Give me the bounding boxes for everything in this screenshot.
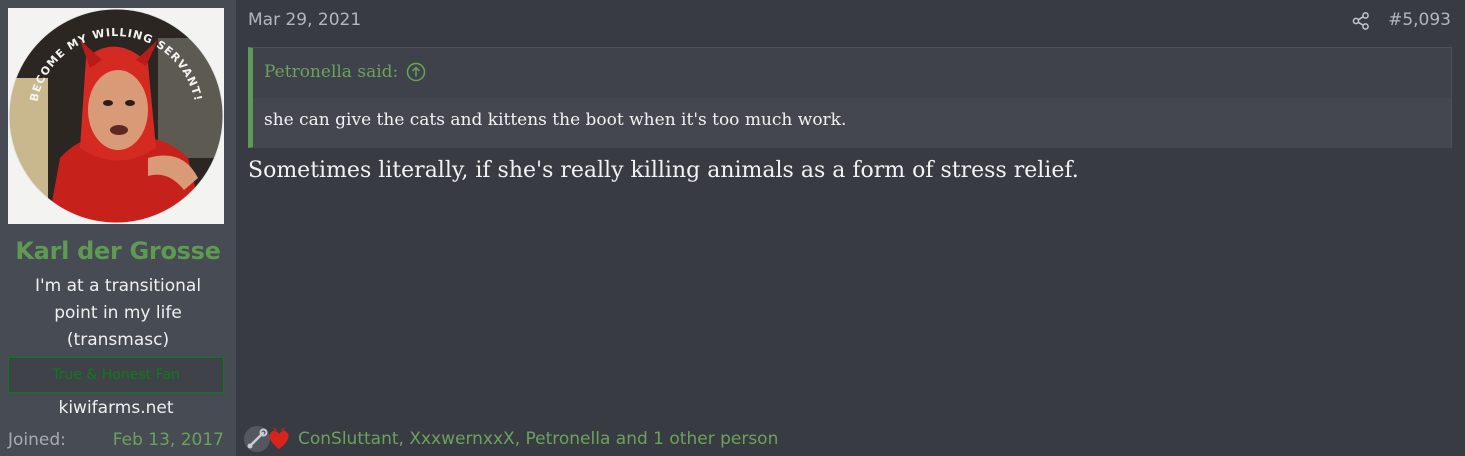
arrow-up-circle-icon: [406, 62, 426, 82]
user-title: I'm at a transitional point in my life (…: [34, 276, 202, 350]
reactions-text[interactable]: ConSluttant, XxxwernxxX, Petronella and …: [298, 429, 778, 449]
quote-author: Petronella said:: [264, 62, 399, 82]
share-icon[interactable]: [1351, 11, 1371, 31]
quote-block: Petronella said: she can give the cats a…: [248, 47, 1452, 148]
forum-post: BECOME MY WILLING SERVANT! Karl der Gros…: [0, 0, 1465, 456]
joined-label: Joined:: [8, 430, 66, 450]
post-message: Sometimes literally, if she's really kil…: [248, 158, 1079, 183]
user-banner: True & Honest Fan: [8, 357, 224, 393]
reaction-icons: [244, 424, 296, 454]
post-date[interactable]: Mar 29, 2021: [248, 10, 361, 30]
joined-date: Feb 13, 2017: [112, 430, 224, 450]
quote-text: she can give the cats and kittens the bo…: [264, 110, 847, 130]
avatar[interactable]: BECOME MY WILLING SERVANT!: [8, 8, 224, 224]
quote-author-link[interactable]: Petronella said:: [264, 62, 426, 82]
post-main: Mar 29, 2021 #5,093 Petronella said: she…: [236, 0, 1465, 456]
user-site: kiwifarms.net: [58, 398, 174, 418]
quote-body: she can give the cats and kittens the bo…: [253, 98, 1451, 148]
post-number[interactable]: #5,093: [1388, 10, 1451, 30]
username[interactable]: Karl der Grosse: [0, 237, 236, 265]
reactions-bar[interactable]: ConSluttant, XxxwernxxX, Petronella and …: [244, 424, 778, 454]
user-cell: BECOME MY WILLING SERVANT! Karl der Gros…: [0, 0, 236, 456]
heart-icon: [266, 426, 292, 452]
avatar-image: BECOME MY WILLING SERVANT!: [8, 8, 224, 224]
